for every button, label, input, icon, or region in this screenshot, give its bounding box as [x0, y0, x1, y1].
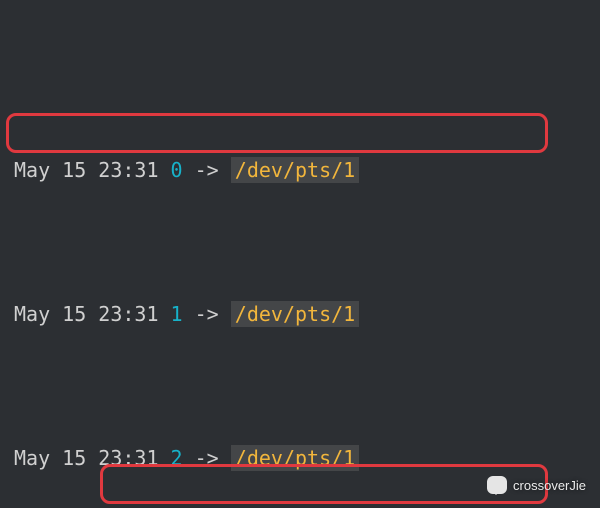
arrow: ->: [195, 302, 219, 326]
timestamp: May 15 23:31: [14, 158, 159, 182]
arrow: ->: [195, 446, 219, 470]
chat-bubble-icon: [487, 476, 507, 494]
terminal-output: May 15 23:31 0 -> /dev/pts/1 May 15 23:3…: [0, 0, 600, 508]
watermark-text: crossoverJie: [513, 478, 586, 493]
fd-number: 1: [171, 302, 183, 326]
fd-row: May 15 23:31 1 -> /dev/pts/1: [14, 296, 594, 332]
arrow: ->: [195, 158, 219, 182]
fd-row: May 15 23:31 2 -> /dev/pts/1: [14, 440, 594, 476]
symlink-target: /dev/pts/1: [231, 301, 359, 327]
timestamp: May 15 23:31: [14, 302, 159, 326]
fd-row: May 15 23:31 0 -> /dev/pts/1: [14, 152, 594, 188]
timestamp: May 15 23:31: [14, 446, 159, 470]
watermark: crossoverJie: [487, 476, 586, 494]
symlink-target: /dev/pts/1: [231, 445, 359, 471]
fd-number: 2: [171, 446, 183, 470]
symlink-target: /dev/pts/1: [231, 157, 359, 183]
fd-number: 0: [171, 158, 183, 182]
